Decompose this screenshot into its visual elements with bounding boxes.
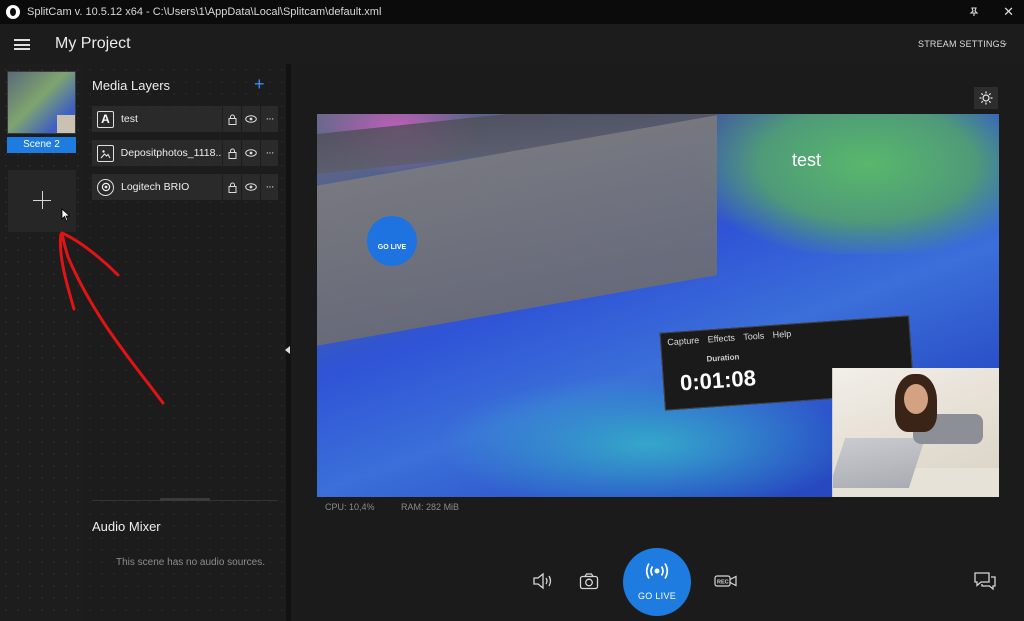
title-bar: SplitCam v. 10.5.12 x64 - C:\Users\1\App… (0, 0, 1024, 24)
preview-text-overlay[interactable]: test (792, 150, 821, 171)
stream-settings-button[interactable]: STREAM SETTINGS (918, 39, 1006, 49)
ram-usage: RAM: 282 MiB (401, 502, 460, 512)
brightness-icon[interactable] (974, 87, 998, 109)
audio-empty-message: This scene has no audio sources. (116, 557, 265, 568)
layer-name: test (121, 113, 138, 125)
mouse-cursor-icon (61, 208, 71, 222)
add-layer-button[interactable]: + (254, 74, 265, 95)
go-live-label: GO LIVE (637, 591, 677, 601)
broadcast-icon (623, 562, 691, 585)
layer-name: Depositphotos_1118... (120, 147, 222, 159)
splitcam-logo-icon (6, 5, 20, 19)
project-title: My Project (55, 35, 131, 52)
chat-icon[interactable] (973, 571, 997, 595)
eye-icon[interactable] (242, 140, 260, 166)
scene-thumbnail-pip (57, 115, 75, 133)
add-scene-button[interactable] (8, 170, 76, 232)
layer-row[interactable]: Logitech BRIO ··· (92, 174, 278, 200)
panel-resize-grip[interactable] (160, 498, 210, 501)
scene-label[interactable]: Scene 2 (7, 137, 76, 153)
cpu-usage: CPU: 10,4% (325, 502, 375, 512)
webcam-overlay[interactable] (832, 368, 999, 497)
camera-snapshot-icon[interactable] (579, 572, 599, 594)
speaker-icon[interactable] (532, 572, 554, 594)
performance-stats: CPU: 10,4% RAM: 282 MiB (325, 502, 483, 512)
text-layer-icon: A (97, 110, 114, 128)
annotation-arrow-icon (58, 231, 165, 405)
more-options-icon[interactable]: ··· (261, 140, 278, 166)
more-options-icon[interactable]: ··· (261, 106, 278, 132)
layer-row[interactable]: A test ··· (92, 106, 278, 132)
eye-icon[interactable] (242, 174, 260, 200)
layer-name: Logitech BRIO (121, 181, 190, 193)
more-options-icon[interactable]: ··· (261, 174, 278, 200)
menu-icon[interactable] (14, 39, 30, 50)
collapse-panel-icon[interactable] (285, 346, 290, 354)
record-icon[interactable]: REC (714, 573, 738, 593)
preview-golive-graphic: GO LIVE (367, 216, 417, 266)
media-layers-title: Media Layers (92, 78, 171, 93)
scene-thumbnail[interactable] (7, 71, 76, 134)
audio-mixer-title: Audio Mixer (92, 519, 161, 534)
lock-icon[interactable] (223, 140, 241, 166)
eye-icon[interactable] (242, 106, 260, 132)
app-header: My Project STREAM SETTINGS ⌄ (0, 24, 1024, 64)
chevron-down-icon[interactable]: ⌄ (1001, 37, 1009, 48)
lock-icon[interactable] (223, 106, 241, 132)
close-icon[interactable]: ✕ (1003, 4, 1014, 20)
layer-row[interactable]: Depositphotos_1118... ··· (92, 140, 278, 166)
svg-text:REC: REC (717, 579, 729, 585)
window-title: SplitCam v. 10.5.12 x64 - C:\Users\1\App… (27, 6, 382, 18)
image-layer-icon (97, 144, 114, 162)
webcam-layer-icon (97, 178, 114, 196)
go-live-button[interactable]: GO LIVE (623, 548, 691, 616)
lock-icon[interactable] (223, 174, 241, 200)
pin-icon[interactable] (969, 5, 979, 20)
